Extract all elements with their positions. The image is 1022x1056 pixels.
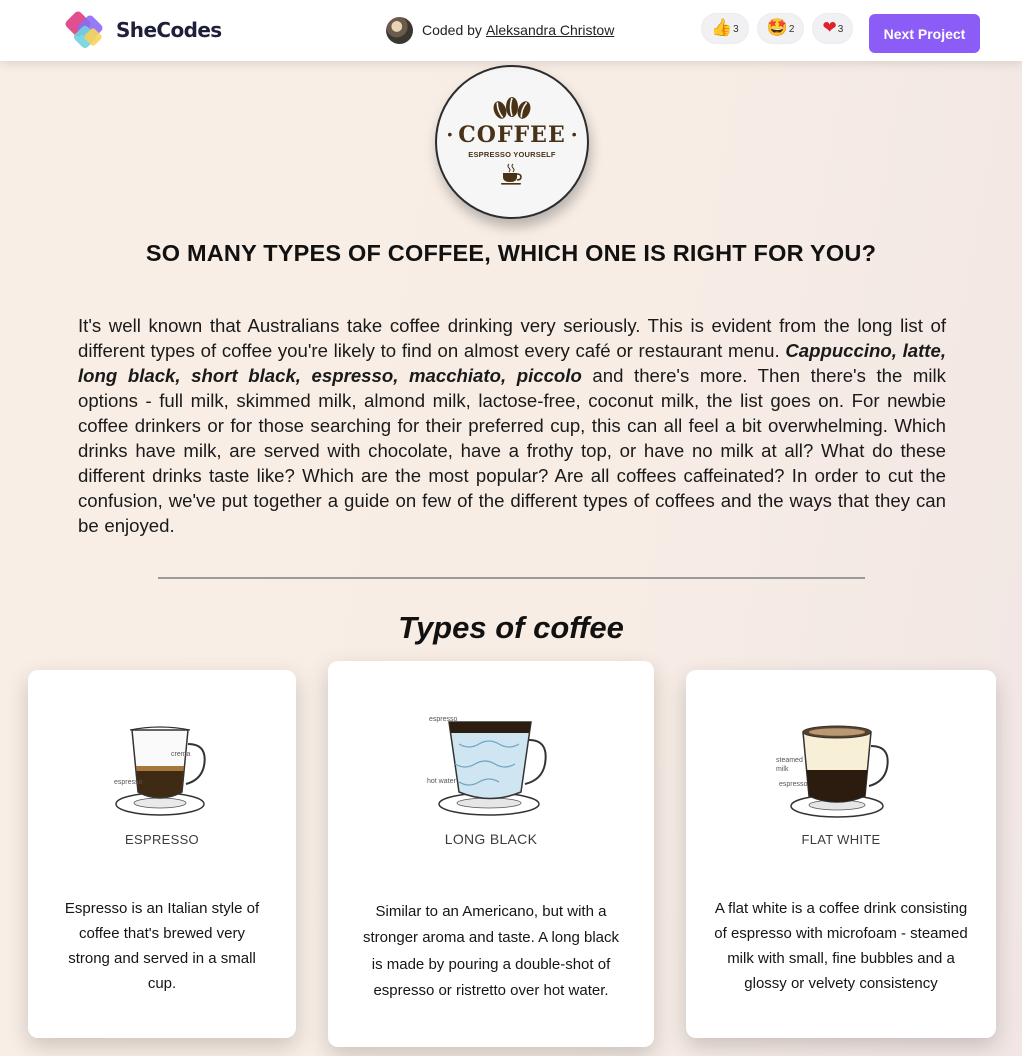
shecodes-logo-icon: [65, 11, 103, 49]
logo-word: COFFEE: [458, 121, 566, 148]
logo-tagline: ESPRESSO YOURSELF: [468, 149, 556, 159]
coffee-card-flat-white: steamed milk espresso FLAT WHITE A flat …: [686, 670, 996, 1038]
reaction-thumbs-up[interactable]: 👍 3: [701, 13, 749, 44]
logo-wordmark: • COFFEE •: [441, 120, 582, 148]
coffee-card-espresso: crema espresso ESPRESSO Espresso is an I…: [28, 670, 296, 1038]
intro-rest: and there's more. Then there's the milk …: [78, 365, 946, 536]
coffee-logo: • COFFEE • ESPRESSO YOURSELF: [435, 65, 589, 219]
brand-name: SheCodes: [116, 18, 222, 42]
shecodes-home-link[interactable]: SheCodes: [62, 8, 222, 52]
coded-by: Coded by Aleksandra Christow: [386, 16, 614, 44]
section-divider: [158, 577, 865, 579]
illustration-label: espresso: [114, 779, 143, 786]
dot-icon: •: [447, 125, 453, 142]
coffee-description: Espresso is an Italian style of coffee t…: [64, 900, 260, 992]
reactions: 👍 3 🤩 2 ❤ 3: [701, 13, 854, 44]
coffee-name: FLAT WHITE: [801, 832, 881, 847]
reaction-heart[interactable]: ❤ 3: [812, 13, 854, 44]
page-headline: SO MANY TYPES OF COFFEE, WHICH ONE IS RI…: [145, 240, 877, 266]
illustration-label: steamed milk: [776, 757, 803, 773]
illustration-label: crema: [171, 751, 191, 758]
coffee-description: Similar to an Americano, but with a stro…: [363, 903, 619, 999]
reaction-count: 3: [733, 24, 739, 35]
coffee-name: LONG BLACK: [444, 831, 538, 847]
section-title: Types of coffee: [398, 610, 624, 645]
coffee-beans-icon: [493, 96, 531, 119]
illustration-label: espresso: [779, 781, 808, 788]
dot-icon: •: [571, 125, 577, 142]
heart-icon: ❤: [822, 18, 837, 38]
next-project-button[interactable]: Next Project: [869, 14, 980, 53]
coffee-card-long-black: espresso hot water LONG BLACK Similar to…: [328, 661, 654, 1047]
illustration-label: hot water: [427, 778, 456, 785]
illustration-label: espresso: [429, 716, 458, 723]
author-avatar: [386, 16, 413, 44]
top-bar: SheCodes Coded by Aleksandra Christow 👍 …: [0, 0, 1022, 61]
espresso-cup-illustration: [115, 726, 206, 816]
reaction-star-struck[interactable]: 🤩 2: [756, 13, 805, 44]
coffee-description: A flat white is a coffee drink consistin…: [714, 900, 968, 992]
intro-paragraph: It's well known that Australians take co…: [78, 313, 946, 538]
reaction-count: 2: [788, 24, 795, 35]
long-black-cup-illustration: [438, 721, 547, 816]
coffee-cup-icon: [501, 163, 522, 185]
author-link[interactable]: Aleksandra Christow: [486, 22, 614, 38]
reaction-count: 3: [837, 24, 844, 35]
coded-by-prefix: Coded by: [422, 22, 482, 38]
star-struck-icon: 🤩: [766, 18, 788, 38]
thumbs-up-icon: 👍: [711, 18, 733, 38]
coffee-name: ESPRESSO: [125, 832, 199, 847]
